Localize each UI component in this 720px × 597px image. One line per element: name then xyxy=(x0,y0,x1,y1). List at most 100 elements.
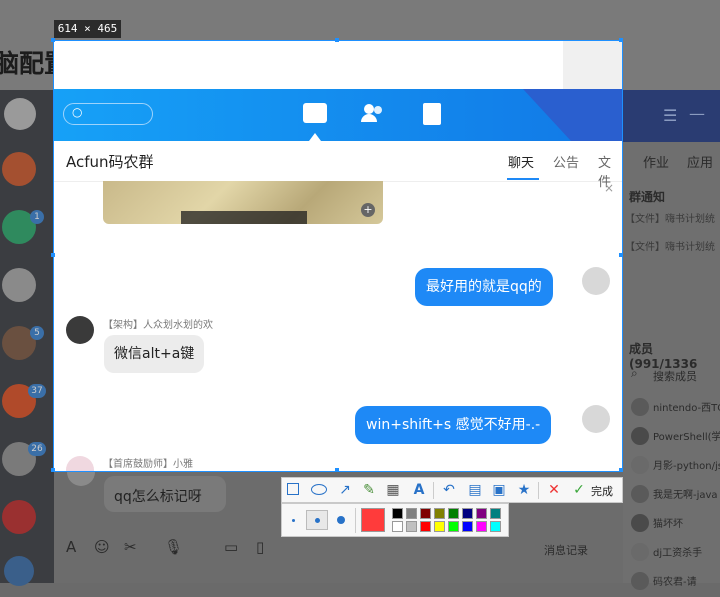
minimize-icon: — xyxy=(689,104,705,123)
chat-title-bar: Acfun码农群 聊天 公告 文件 xyxy=(53,141,623,190)
resize-handle[interactable] xyxy=(619,38,623,42)
background-member-panel: 作业 应用 群通知 【文件】嗨书计划统 【文件】嗨书计划统 成员 (991/13… xyxy=(623,142,720,590)
confirm-icon[interactable]: ✓ xyxy=(570,481,588,499)
member-row: dj工资杀手 xyxy=(623,539,720,568)
resize-handle[interactable] xyxy=(51,253,55,257)
unread-badge: 26 xyxy=(28,442,46,456)
unread-badge: 1 xyxy=(30,210,44,224)
message-bubble: 最好用的就是qq的 xyxy=(415,268,553,306)
tab-announcement[interactable]: 公告 xyxy=(553,152,579,171)
avatar xyxy=(4,556,34,586)
color-swatch[interactable] xyxy=(434,521,445,532)
image-toolbar[interactable] xyxy=(181,211,307,224)
color-swatch[interactable] xyxy=(476,521,487,532)
capture-toolbar: ↗ ✎ ▦ A ↶ ▤ ▣ ★ ✕ ✓ 完成 xyxy=(281,477,623,503)
background-sidebar: 1 5 37 26 xyxy=(0,90,54,586)
current-color[interactable] xyxy=(361,508,385,532)
color-swatch[interactable] xyxy=(420,521,431,532)
font-icon: A xyxy=(66,538,77,556)
folder-icon: ▯ xyxy=(256,538,265,556)
pen-icon[interactable]: ✎ xyxy=(360,481,378,499)
color-swatch[interactable] xyxy=(434,508,445,519)
avatar[interactable] xyxy=(582,267,610,295)
color-swatch[interactable] xyxy=(406,521,417,532)
avatar[interactable] xyxy=(582,405,610,433)
tab-homework: 作业 xyxy=(643,156,670,171)
unread-badge: 37 xyxy=(28,384,46,398)
brush-size-medium[interactable] xyxy=(306,510,328,530)
resize-handle[interactable] xyxy=(335,38,339,42)
chat-header: ○ xyxy=(53,89,623,141)
member-row: 猫坏坏 xyxy=(623,510,720,539)
sender-name: 【首席鼓励师】小雅 xyxy=(103,459,193,470)
color-swatch[interactable] xyxy=(448,508,459,519)
ellipse-icon[interactable] xyxy=(310,481,328,499)
emoji-icon: ☺ xyxy=(94,538,110,556)
tab-apps: 应用 xyxy=(687,156,714,171)
message-bubble: win+shift+s 感觉不好用-.- xyxy=(355,406,552,444)
resize-handle[interactable] xyxy=(619,253,623,257)
member-list: nintendo-西TO PowerShell(学- 月影-python/js … xyxy=(623,394,720,597)
shared-image[interactable]: + xyxy=(103,181,383,224)
resize-handle[interactable] xyxy=(619,468,623,472)
undo-icon[interactable]: ↶ xyxy=(440,481,458,499)
capture-region[interactable]: ○ Acfun码农群 聊天 公告 文件 + × 最好用的就是qq的 【架构】人众… xyxy=(53,40,623,472)
color-swatch[interactable] xyxy=(392,521,403,532)
member-row: PowerShell(学- xyxy=(623,423,720,452)
members-title: 成员 (991/1336 xyxy=(629,342,698,371)
scissors-icon: ✂ xyxy=(124,538,137,556)
color-swatch[interactable] xyxy=(448,521,459,532)
notice-item: 【文件】嗨书计划统 xyxy=(625,214,715,225)
search-box[interactable]: ○ xyxy=(63,103,153,125)
resize-handle[interactable] xyxy=(51,38,55,42)
member-search: 搜索成员 xyxy=(653,370,697,383)
avatar[interactable] xyxy=(66,456,94,472)
color-swatch[interactable] xyxy=(490,508,501,519)
capture-top-strip-gray xyxy=(563,40,623,89)
tab-chat[interactable]: 聊天 xyxy=(508,152,534,171)
mic-icon: 🎙 xyxy=(164,538,184,556)
chat-tab-icon[interactable] xyxy=(303,103,327,123)
mosaic-icon[interactable]: ▦ xyxy=(384,481,402,499)
selection-size-label: 614 × 465 xyxy=(54,20,121,38)
pin-icon[interactable]: ★ xyxy=(515,481,533,499)
notice-title: 群通知 xyxy=(629,190,666,204)
save-icon[interactable]: ▤ xyxy=(466,481,484,499)
header-decor xyxy=(523,89,623,141)
avatar xyxy=(2,500,36,534)
search-icon: ⌕ xyxy=(631,366,638,380)
group-name: Acfun码农群 xyxy=(66,153,154,171)
avatar[interactable] xyxy=(66,316,94,344)
color-swatch[interactable] xyxy=(476,508,487,519)
member-row: 我是无啊-java xyxy=(623,481,720,510)
color-swatch[interactable] xyxy=(420,508,431,519)
brush-size-large[interactable] xyxy=(337,516,345,524)
resize-handle[interactable] xyxy=(335,468,339,472)
color-swatch[interactable] xyxy=(462,521,473,532)
arrow-icon[interactable]: ↗ xyxy=(336,481,354,499)
brush-size-small[interactable] xyxy=(292,519,295,522)
color-swatch[interactable] xyxy=(406,508,417,519)
zoom-icon[interactable]: + xyxy=(361,203,375,217)
avatar xyxy=(2,152,36,186)
menu-icon: ☰ xyxy=(663,106,678,125)
member-row: nintendo-西TO xyxy=(623,394,720,423)
color-swatch[interactable] xyxy=(392,508,403,519)
contacts-icon[interactable] xyxy=(361,104,385,122)
color-size-panel xyxy=(281,503,509,537)
image-icon: ▭ xyxy=(224,538,239,556)
tab-active-caret xyxy=(309,133,321,141)
done-button[interactable]: 完成 xyxy=(591,483,613,499)
text-icon[interactable]: A xyxy=(410,481,428,499)
copy-icon[interactable]: ▣ xyxy=(490,481,508,499)
document-icon[interactable] xyxy=(423,103,441,125)
sender-name: 【架构】人众划水划的欢 xyxy=(103,320,213,331)
notice-item: 【文件】嗨书计划统 xyxy=(625,242,715,253)
close-icon[interactable]: × xyxy=(604,181,614,195)
color-swatch[interactable] xyxy=(490,521,501,532)
rectangle-icon[interactable] xyxy=(285,481,303,499)
cancel-icon[interactable]: ✕ xyxy=(545,481,563,499)
background-app-header: ☰ — xyxy=(623,90,720,142)
color-swatch[interactable] xyxy=(462,508,473,519)
resize-handle[interactable] xyxy=(51,468,55,472)
